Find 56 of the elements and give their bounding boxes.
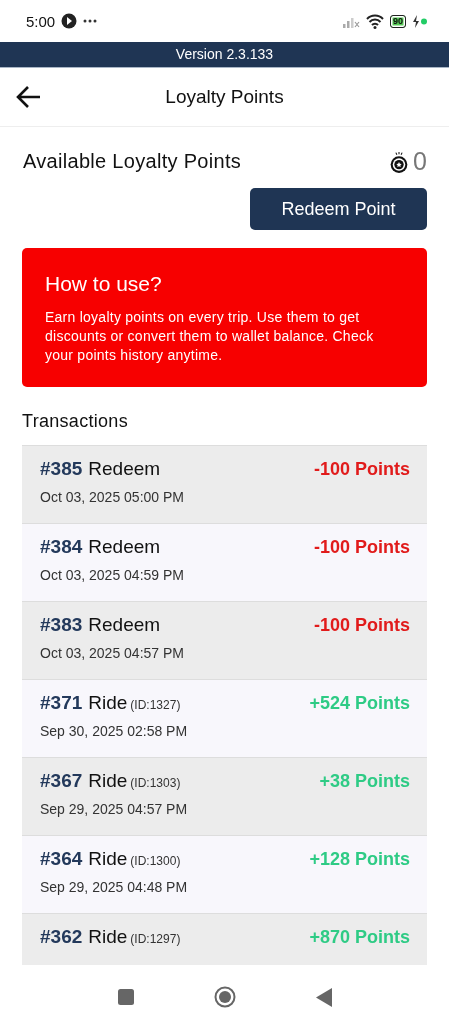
transaction-row[interactable]: #383 Redeem -100 Points Oct 03, 2025 04:57 PM	[22, 602, 427, 680]
battery-icon: 90	[390, 14, 406, 28]
transaction-date: Oct 03, 2025 04:59 PM	[40, 567, 185, 583]
transaction-number: #385	[40, 458, 83, 479]
ride-id: (ID:1297)	[130, 932, 181, 946]
transaction-date: Sep 29, 2025 04:48 PM	[40, 879, 189, 895]
points-amount: -100 Points	[313, 537, 410, 558]
wifi-icon	[366, 13, 384, 29]
transaction-type: Ride	[88, 692, 128, 713]
info-text: Earn loyalty points on every trip. Use them to get discounts or convert them to wallet balance. Check your points history anytime.	[45, 308, 375, 365]
transaction-row[interactable]: #364 Ride(ID:1300) +128 Points Sep 29, 2025 04:48 PM	[22, 836, 427, 914]
transaction-row[interactable]: #384 Redeem -100 Points Oct 03, 2025 04:59 PM	[22, 524, 427, 602]
transaction-type: Redeem	[88, 614, 161, 635]
ride-id: (ID:1327)	[130, 698, 181, 712]
page-title: Loyalty Points	[165, 86, 284, 107]
transaction-number: #362	[40, 926, 83, 947]
transaction-number: #364	[40, 848, 83, 869]
transaction-number: #367	[40, 770, 83, 791]
transaction-number: #383	[40, 614, 83, 635]
recents-icon[interactable]	[117, 989, 134, 1005]
info-title: How to use?	[45, 272, 163, 296]
transaction-number: #371	[40, 692, 83, 713]
transaction-type: Redeem	[88, 458, 161, 479]
points-amount: +128 Points	[309, 849, 410, 870]
points-amount: -100 Points	[313, 459, 410, 480]
points-amount: +524 Points	[309, 693, 410, 714]
transaction-date: Sep 29, 2025 04:57 PM	[40, 801, 189, 817]
transaction-type: Ride	[88, 770, 128, 791]
charging-icon	[412, 14, 427, 28]
clock-time: 5:00	[26, 12, 56, 30]
points-amount: -100 Points	[313, 615, 410, 636]
transaction-row[interactable]: #367 Ride(ID:1303) +38 Points Sep 29, 2025 04:57 PM	[22, 758, 427, 836]
version-text: Version 2.3.133	[175, 46, 274, 62]
transaction-date: Sep 30, 2025 02:58 PM	[40, 723, 189, 739]
back-icon[interactable]	[315, 987, 332, 1007]
transaction-number: #384	[40, 536, 83, 557]
points-label: Available Loyalty Points	[23, 150, 242, 173]
transaction-date: Oct 03, 2025 05:00 PM	[40, 489, 185, 505]
home-icon[interactable]	[213, 986, 236, 1008]
transaction-date: Oct 03, 2025 04:57 PM	[40, 645, 185, 661]
media-icon	[61, 13, 78, 29]
points-value: 0	[413, 147, 427, 176]
transaction-type: Ride	[88, 848, 128, 869]
ride-id: (ID:1300)	[130, 854, 181, 868]
transaction-row[interactable]: #385 Redeem -100 Points Oct 03, 2025 05:00 PM	[22, 446, 427, 524]
points-amount: +38 Points	[319, 771, 410, 792]
ride-id: (ID:1303)	[130, 776, 181, 790]
points-amount: +870 Points	[309, 927, 410, 948]
more-icon	[83, 18, 98, 24]
redeem-point-button[interactable]: Redeem Point	[250, 188, 427, 230]
transaction-row[interactable]: #371 Ride(ID:1327) +524 Points Sep 30, 2025 02:58 PM	[22, 680, 427, 758]
transaction-type: Ride	[88, 926, 128, 947]
transaction-row[interactable]: #362 Ride(ID:1297) +870 Points	[22, 914, 427, 965]
back-arrow-icon[interactable]	[15, 84, 43, 110]
transaction-type: Redeem	[88, 536, 161, 557]
section-heading: Transactions	[22, 411, 129, 432]
